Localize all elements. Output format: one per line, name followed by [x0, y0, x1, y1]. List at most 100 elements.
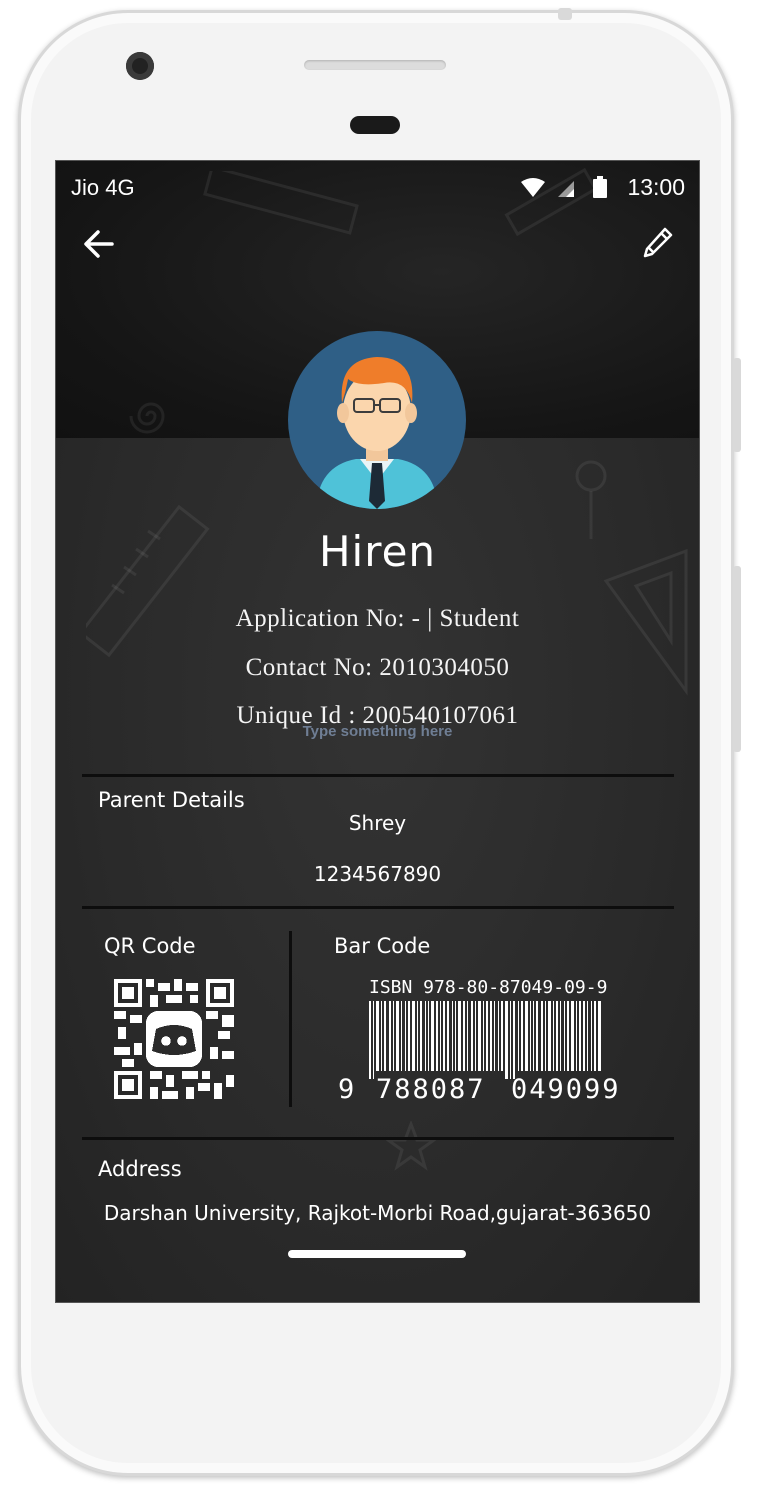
barcode-bar	[533, 1001, 534, 1071]
barcode-bar	[417, 1001, 418, 1071]
barcode-bar	[591, 1001, 592, 1071]
barcode-bar	[458, 1001, 461, 1071]
divider-middle	[82, 906, 674, 909]
barcode-bar	[455, 1001, 456, 1071]
parent-details-label: Parent Details	[98, 788, 245, 812]
barcode-bar	[408, 1001, 410, 1071]
barcode-bar	[428, 1001, 429, 1071]
barcode-bar	[425, 1001, 426, 1071]
barcode-bar	[598, 1001, 601, 1071]
barcode-bar	[440, 1001, 441, 1071]
barcode-bar	[525, 1001, 528, 1071]
barcode-bar	[556, 1001, 558, 1071]
barcode-bar	[498, 1001, 499, 1071]
barcode-bar	[436, 1001, 438, 1071]
qr-code-icon[interactable]	[114, 979, 234, 1099]
application-number: Application No: - | Student	[235, 605, 520, 632]
barcode-bar	[376, 1001, 379, 1071]
barcode-bar	[483, 1001, 484, 1071]
phone-side-button-lower	[733, 566, 741, 752]
barcode-bar	[560, 1001, 561, 1071]
barcode-bar	[553, 1001, 554, 1071]
barcode-bar	[431, 1001, 434, 1071]
phone-side-button-upper	[733, 358, 741, 452]
barcode-bar	[571, 1001, 574, 1071]
barcode-bar	[401, 1001, 402, 1071]
barcode-bar	[579, 1001, 581, 1071]
battery-icon	[593, 176, 607, 198]
barcode-bar	[494, 1001, 495, 1071]
barcode-bar	[443, 1001, 445, 1071]
barcode-bar	[505, 1001, 508, 1079]
arrow-left-icon[interactable]	[82, 227, 116, 261]
barcode-bar	[381, 1001, 382, 1071]
status-time: 13:00	[627, 174, 685, 200]
doodle-ruler-icon	[86, 504, 210, 658]
signal-icon	[558, 181, 574, 197]
barcode-bar	[536, 1001, 538, 1071]
barcode-bar	[564, 1001, 565, 1071]
barcode-bar	[475, 1001, 476, 1071]
barcode-bar	[548, 1001, 551, 1071]
barcode-bar	[471, 1001, 473, 1071]
barcode-bar	[478, 1001, 481, 1071]
note-input-placeholder[interactable]: Type something here	[56, 723, 699, 740]
qr-code-label: QR Code	[104, 934, 196, 958]
barcode-bar	[587, 1001, 588, 1071]
divider-top	[82, 774, 674, 777]
proximity-sensor	[350, 116, 400, 134]
barcode-bar	[467, 1001, 468, 1071]
codes-divider	[289, 931, 292, 1107]
barcode-icon[interactable]: ISBN 978-80-87049-09-9 9 788087 049099	[336, 973, 646, 1105]
barcode-bar	[486, 1001, 488, 1071]
status-bar: Jio 4G 13:00	[56, 161, 699, 213]
front-camera	[126, 52, 154, 80]
pencil-icon[interactable]	[641, 223, 675, 259]
barcode-bar	[389, 1001, 391, 1071]
doodle-swirl-icon	[129, 402, 165, 434]
home-indicator[interactable]	[288, 1250, 466, 1258]
address-label: Address	[98, 1157, 182, 1181]
barcode-bar	[513, 1001, 515, 1079]
parent-name: Shrey	[348, 811, 407, 835]
barcode-bar	[583, 1001, 585, 1071]
address-value: Darshan University, Rajkot-Morbi Road,gu…	[103, 1201, 652, 1225]
barcode-bar	[521, 1001, 523, 1071]
barcode-bar	[541, 1001, 543, 1071]
barcode-bar	[463, 1001, 465, 1071]
doodle-star-icon	[386, 1121, 436, 1171]
barcode-bar	[447, 1001, 449, 1071]
student-avatar-icon	[288, 331, 466, 509]
barcode-bar	[567, 1001, 569, 1071]
barcode-bar	[501, 1001, 503, 1071]
carrier-label: Jio 4G	[71, 175, 135, 200]
barcode-lead-digit: 9	[338, 1074, 354, 1103]
barcode-bar	[545, 1001, 546, 1071]
barcode-bar	[396, 1001, 399, 1071]
barcode-bar	[510, 1001, 511, 1079]
phone-top-button	[558, 8, 572, 20]
barcode-bar	[384, 1001, 386, 1071]
divider-bottom	[82, 1137, 674, 1140]
parent-phone: 1234567890	[313, 862, 442, 886]
barcode-bar	[405, 1001, 406, 1071]
barcode-group-2: 049099	[511, 1074, 621, 1103]
isbn-text: ISBN 978-80-87049-09-9	[369, 977, 607, 998]
earpiece-speaker	[304, 60, 446, 70]
bar-code-label: Bar Code	[334, 934, 431, 958]
app-screen: Jio 4G 13:00 Hiren Application No: - | S…	[55, 160, 700, 1303]
wifi-icon	[521, 178, 545, 197]
barcode-group-1: 788087	[376, 1074, 486, 1103]
barcode-bar	[594, 1001, 596, 1071]
barcode-bar	[452, 1001, 453, 1071]
barcode-bar	[369, 1001, 371, 1079]
barcode-bar	[420, 1001, 422, 1071]
barcode-bar	[576, 1001, 577, 1071]
barcode-bar	[530, 1001, 531, 1071]
student-name: Hiren	[318, 527, 437, 576]
barcode-bar	[412, 1001, 415, 1071]
barcode-bar	[490, 1001, 492, 1071]
barcode-bar	[393, 1001, 394, 1071]
contact-number: Contact No: 2010304050	[245, 654, 510, 681]
barcode-bar	[518, 1001, 519, 1071]
